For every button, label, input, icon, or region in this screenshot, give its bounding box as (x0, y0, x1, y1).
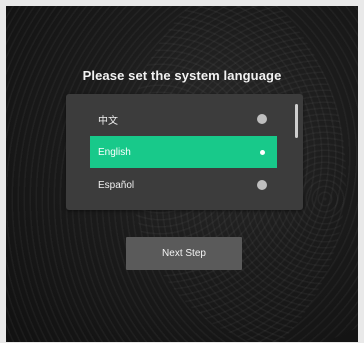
next-step-button[interactable]: Next Step (126, 237, 242, 270)
scrollbar[interactable] (295, 104, 298, 138)
language-option-chinese[interactable]: 中文 (90, 103, 277, 135)
language-list: 中文 English Español (66, 94, 303, 210)
language-option-spanish[interactable]: Español (90, 169, 277, 201)
language-label: 中文 (98, 115, 118, 127)
radio-icon (257, 114, 267, 124)
radio-icon (257, 180, 267, 190)
page-title: Please set the system language (82, 68, 282, 83)
radio-selected-icon (260, 149, 265, 155)
language-option-english[interactable]: English (90, 136, 277, 168)
language-label: English (98, 146, 131, 158)
language-label: Español (98, 179, 135, 191)
